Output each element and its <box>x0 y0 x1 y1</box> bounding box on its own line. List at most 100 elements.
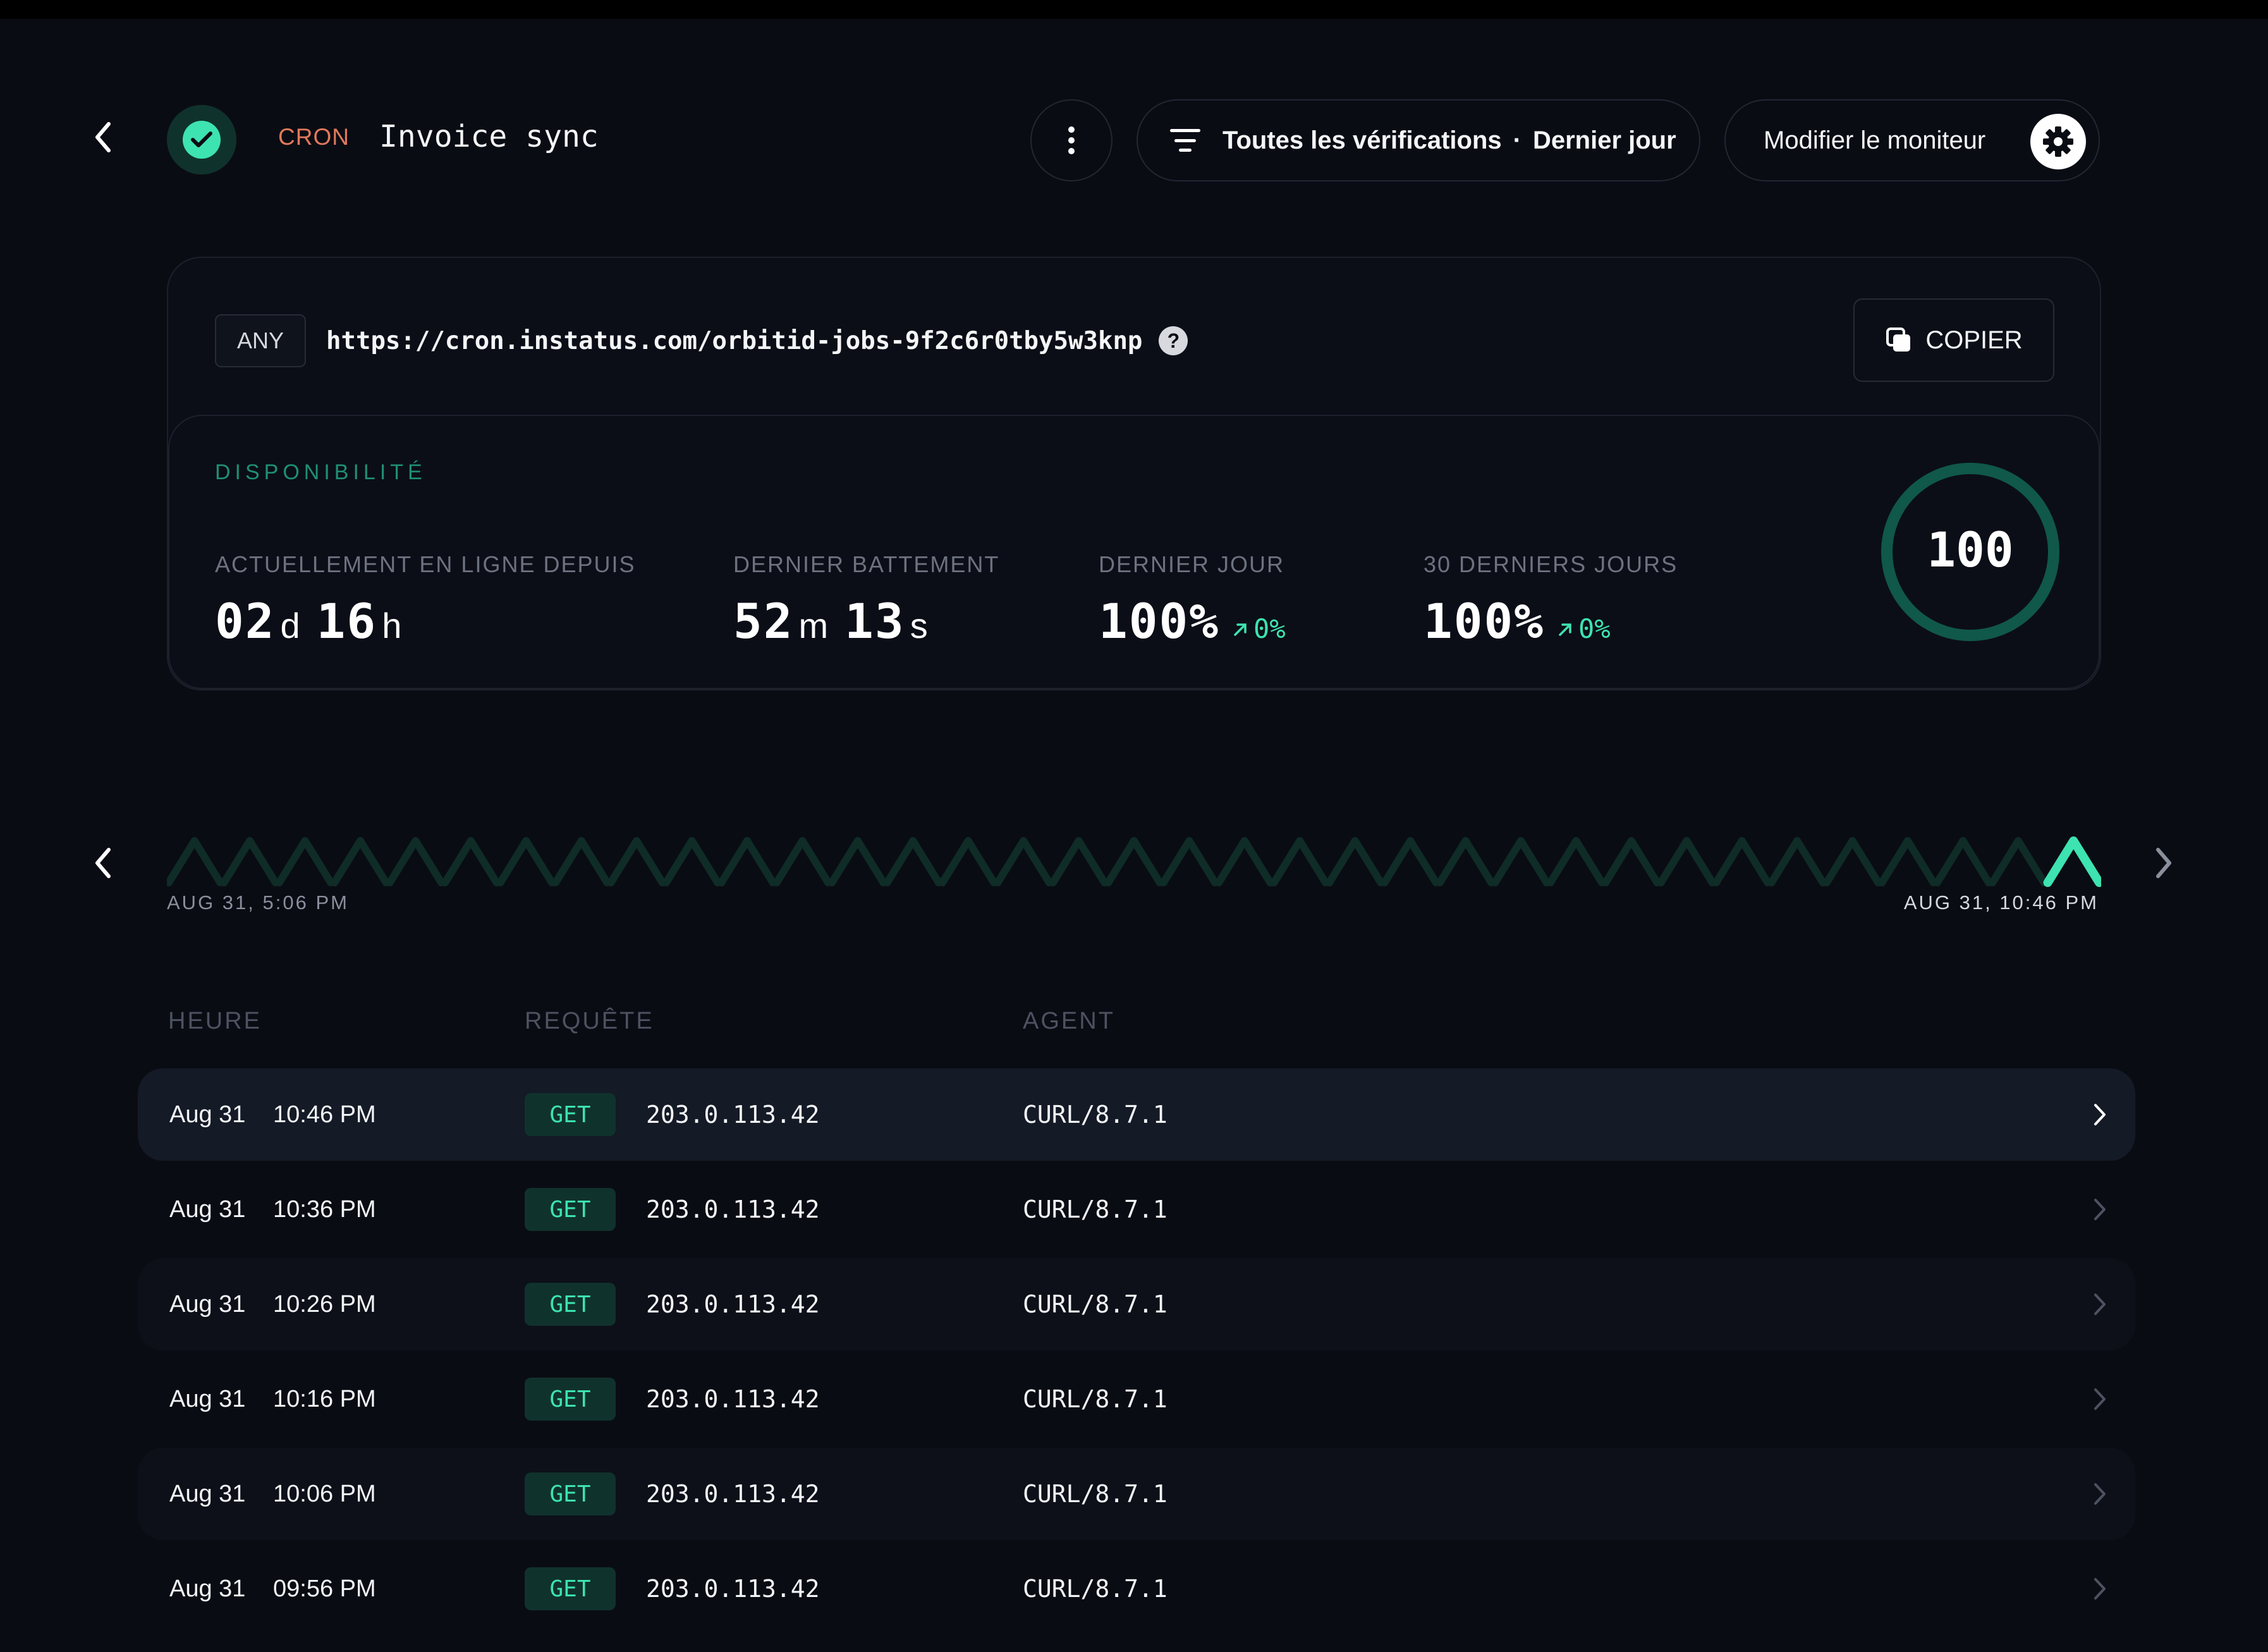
last-day-percent: 100% <box>1099 593 1220 649</box>
row-method-badge: GET <box>525 1093 616 1136</box>
row-method-badge: GET <box>525 1567 616 1610</box>
heartbeat-mark[interactable] <box>607 837 666 886</box>
method-tag: ANY <box>215 314 306 367</box>
online-hours: 16 <box>316 593 377 649</box>
heartbeat-mark[interactable] <box>883 837 942 886</box>
heartbeat-mark[interactable] <box>1049 837 1109 886</box>
status-dot <box>183 121 221 159</box>
row-method-badge: GET <box>525 1283 616 1326</box>
heartbeat-latest[interactable] <box>2043 836 2101 887</box>
row-agent: CURL/8.7.1 <box>1023 1575 1168 1603</box>
heartbeat-mark[interactable] <box>1270 837 1329 886</box>
heartbeat-mark[interactable] <box>1215 837 1274 886</box>
last-day-delta: 0% <box>1253 613 1286 644</box>
row-date: Aug 31 <box>169 1196 246 1223</box>
back-arrow-icon <box>95 122 111 152</box>
edit-monitor-button[interactable]: Modifier le moniteur <box>1724 99 2100 181</box>
heartbeat-mark[interactable] <box>772 837 832 886</box>
row-agent: CURL/8.7.1 <box>1023 1480 1168 1508</box>
heartbeat-mark[interactable] <box>1878 837 1937 886</box>
row-ip: 203.0.113.42 <box>646 1101 820 1129</box>
more-options-button[interactable] <box>1030 99 1113 181</box>
heartbeat-mark[interactable] <box>1602 837 1661 886</box>
table-row[interactable]: Aug 31 10:16 PM GET 203.0.113.42 CURL/8.7.1 <box>138 1353 2135 1445</box>
heartbeat-timeline[interactable] <box>167 833 2101 890</box>
heartbeat-mark[interactable] <box>717 837 777 886</box>
timeline-next-button[interactable] <box>2149 841 2178 885</box>
copy-button[interactable]: COPIER <box>1853 298 2054 382</box>
row-method-badge: GET <box>525 1472 616 1515</box>
row-ip: 203.0.113.42 <box>646 1480 820 1508</box>
row-date: Aug 31 <box>169 1480 246 1507</box>
check-filter-button[interactable]: Toutes les vérifications · Dernier jour <box>1137 99 1700 181</box>
heartbeat-mark[interactable] <box>386 837 446 886</box>
chevron-right-icon <box>2087 1478 2113 1510</box>
heartbeat-mark[interactable] <box>1767 837 1827 886</box>
chevron-right-icon <box>2087 1194 2113 1225</box>
row-date: Aug 31 <box>169 1101 246 1128</box>
heartbeat-mark[interactable] <box>1104 837 1164 886</box>
last-day-label: DERNIER JOUR <box>1099 551 1285 577</box>
table-row[interactable]: Aug 31 09:56 PM GET 203.0.113.42 CURL/8.7.1 <box>138 1543 2135 1635</box>
row-time: 10:46 PM <box>273 1101 376 1128</box>
filter-separator: · <box>1513 126 1521 154</box>
heartbeat-mark[interactable] <box>1657 837 1716 886</box>
heartbeat-mark[interactable] <box>331 837 390 886</box>
back-button[interactable] <box>88 115 118 159</box>
column-header-time: HEURE <box>168 1008 262 1034</box>
heartbeat-mark[interactable] <box>552 837 611 886</box>
check-icon <box>191 132 212 147</box>
heartbeat-mark[interactable] <box>994 837 1053 886</box>
last-beat-seconds: 13 <box>844 593 905 649</box>
row-date: Aug 31 <box>169 1290 246 1318</box>
chevron-right-icon <box>2087 1288 2113 1320</box>
heartbeat-mark[interactable] <box>1546 837 1606 886</box>
heartbeat-mark[interactable] <box>220 837 279 886</box>
row-method-badge: GET <box>525 1188 616 1231</box>
heartbeat-mark[interactable] <box>828 837 887 886</box>
column-header-agent: AGENT <box>1023 1008 1115 1034</box>
row-time: 10:36 PM <box>273 1196 376 1223</box>
table-row[interactable]: Aug 31 10:36 PM GET 203.0.113.42 CURL/8.7.1 <box>138 1163 2135 1256</box>
gear-button[interactable] <box>2030 114 2086 169</box>
filter-icon <box>1169 129 1201 152</box>
table-row[interactable]: Aug 31 10:46 PM GET 203.0.113.42 CURL/8.7.1 <box>138 1068 2135 1161</box>
copy-label: COPIER <box>1925 326 2023 354</box>
heartbeat-mark[interactable] <box>1159 837 1219 886</box>
column-header-request: REQUÊTE <box>525 1008 654 1034</box>
edit-monitor-label: Modifier le moniteur <box>1764 126 1986 154</box>
filter-label: Toutes les vérifications <box>1222 126 1502 154</box>
table-row[interactable]: Aug 31 10:06 PM GET 203.0.113.42 CURL/8.7.1 <box>138 1448 2135 1540</box>
help-icon[interactable]: ? <box>1159 326 1188 355</box>
heartbeat-mark[interactable] <box>1712 837 1772 886</box>
timeline-prev-button[interactable] <box>88 841 118 885</box>
heartbeat-mark[interactable] <box>662 837 722 886</box>
status-indicator <box>167 105 236 174</box>
last-beat-seconds-unit: s <box>910 606 928 646</box>
heartbeat-mark[interactable] <box>1436 837 1496 886</box>
row-ip: 203.0.113.42 <box>646 1196 820 1223</box>
endpoint-url: https://cron.instatus.com/orbitid-jobs-9… <box>326 326 1143 355</box>
online-since-label: ACTUELLEMENT EN LIGNE DEPUIS <box>215 551 636 577</box>
chevron-right-icon <box>2087 1383 2113 1415</box>
chevron-right-icon <box>2156 848 2171 878</box>
heartbeat-mark[interactable] <box>441 837 501 886</box>
heartbeat-mark[interactable] <box>1326 837 1385 886</box>
last-beat-label: DERNIER BATTEMENT <box>733 551 1000 577</box>
heartbeat-mark[interactable] <box>167 837 224 886</box>
last-beat-value: 52 m 13 s <box>733 593 944 649</box>
heartbeat-mark[interactable] <box>1989 837 2048 886</box>
table-row[interactable]: Aug 31 10:26 PM GET 203.0.113.42 CURL/8.7.1 <box>138 1258 2135 1350</box>
window-top-bar <box>0 0 2268 19</box>
copy-icon <box>1886 327 1911 352</box>
row-ip: 203.0.113.42 <box>646 1575 820 1603</box>
online-since-value: 02 d 16 h <box>215 593 418 649</box>
heartbeat-mark[interactable] <box>1933 837 1993 886</box>
heartbeat-mark[interactable] <box>1822 837 1882 886</box>
heartbeat-mark[interactable] <box>1381 837 1440 886</box>
heartbeat-mark[interactable] <box>939 837 998 886</box>
availability-score: 100 <box>1927 522 2013 578</box>
heartbeat-mark[interactable] <box>275 837 335 886</box>
heartbeat-mark[interactable] <box>1491 837 1551 886</box>
heartbeat-mark[interactable] <box>496 837 556 886</box>
